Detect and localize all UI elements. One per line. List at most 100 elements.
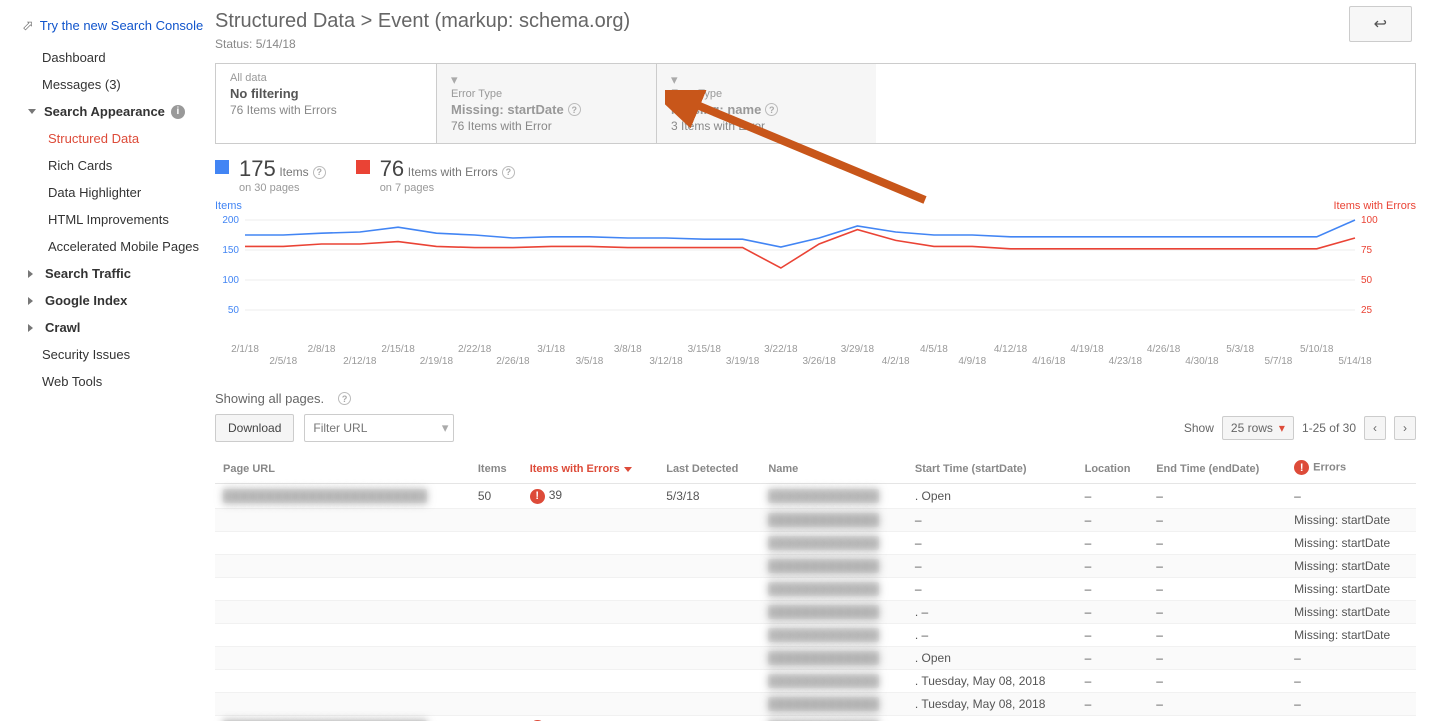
back-button[interactable]: ↩ (1349, 6, 1412, 42)
table-row[interactable]: ████████████████████████50!395/3/18█████… (215, 484, 1416, 509)
svg-text:50: 50 (228, 305, 240, 316)
caret-icon (28, 297, 37, 305)
svg-text:3/15/18: 3/15/18 (688, 344, 722, 355)
table-header[interactable]: Items with Errors (522, 452, 659, 484)
svg-text:4/23/18: 4/23/18 (1109, 356, 1143, 367)
show-label: Show (1184, 421, 1214, 435)
sidebar-item[interactable]: Security Issues (0, 341, 205, 368)
prev-page-button[interactable]: ‹ (1364, 416, 1386, 440)
caret-icon (28, 109, 36, 114)
download-button[interactable]: Download (215, 414, 294, 442)
svg-text:3/12/18: 3/12/18 (649, 356, 683, 367)
table-row[interactable]: █████████████–––Missing: startDate (215, 577, 1416, 600)
sidebar-item[interactable]: Structured Data (0, 125, 205, 152)
chart-right-label: Items with Errors (1333, 200, 1416, 212)
sidebar-item[interactable]: Rich Cards (0, 152, 205, 179)
chart: Items Items with Errors 5010015020025507… (215, 200, 1416, 377)
sidebar-item[interactable]: Data Highlighter (0, 179, 205, 206)
metric: 175 Items ?on 30 pages (215, 156, 326, 194)
help-icon: ? (568, 103, 581, 116)
table-row[interactable]: █████████████. Tuesday, May 08, 2018––– (215, 669, 1416, 692)
table-header[interactable]: Last Detected (658, 452, 760, 484)
svg-text:150: 150 (222, 245, 239, 256)
caret-icon (28, 324, 37, 332)
table-header[interactable]: End Time (endDate) (1148, 452, 1286, 484)
svg-text:200: 200 (222, 215, 239, 226)
swatch-icon (356, 160, 370, 174)
svg-text:2/26/18: 2/26/18 (496, 356, 530, 367)
sidebar-item[interactable]: Messages (3) (0, 71, 205, 98)
info-icon: i (171, 105, 185, 119)
svg-text:4/2/18: 4/2/18 (882, 356, 910, 367)
rows-select[interactable]: 25 rows▾ (1222, 416, 1294, 440)
sidebar-section[interactable]: Crawl (0, 314, 205, 341)
help-icon[interactable]: ? (338, 392, 351, 405)
error-icon: ! (530, 489, 545, 504)
svg-text:5/10/18: 5/10/18 (1300, 344, 1334, 355)
table-row[interactable]: █████████████–––Missing: startDate (215, 554, 1416, 577)
svg-text:4/12/18: 4/12/18 (994, 344, 1028, 355)
svg-text:4/5/18: 4/5/18 (920, 344, 948, 355)
table-header[interactable]: Name (760, 452, 907, 484)
table-row[interactable]: █████████████. Open––– (215, 646, 1416, 669)
svg-text:2/5/18: 2/5/18 (269, 356, 297, 367)
error-icon: ! (1294, 460, 1309, 475)
toolbar: Download ▾ Show 25 rows▾ 1-25 of 30 ‹ › (215, 414, 1416, 442)
pager: Show 25 rows▾ 1-25 of 30 ‹ › (1184, 416, 1416, 440)
table-row[interactable]: █████████████. –––Missing: startDate (215, 623, 1416, 646)
chart-left-label: Items (215, 200, 242, 212)
next-page-button[interactable]: › (1394, 416, 1416, 440)
svg-text:2/15/18: 2/15/18 (381, 344, 415, 355)
svg-text:2/19/18: 2/19/18 (420, 356, 454, 367)
sidebar-section[interactable]: Search Appearancei (0, 98, 205, 125)
svg-text:100: 100 (1361, 215, 1378, 226)
sidebar-section[interactable]: Search Traffic (0, 260, 205, 287)
filter-url-input[interactable] (304, 414, 454, 442)
svg-text:5/7/18: 5/7/18 (1265, 356, 1293, 367)
status-line: Status: 5/14/18 (215, 37, 1416, 51)
table-row[interactable]: █████████████–––Missing: startDate (215, 508, 1416, 531)
svg-text:3/19/18: 3/19/18 (726, 356, 760, 367)
table-header[interactable]: Start Time (startDate) (907, 452, 1077, 484)
chart-svg: 501001502002550751002/1/182/5/182/8/182/… (215, 214, 1385, 374)
svg-text:3/5/18: 3/5/18 (576, 356, 604, 367)
sidebar-item[interactable]: HTML Improvements (0, 206, 205, 233)
svg-text:4/16/18: 4/16/18 (1032, 356, 1066, 367)
table-row[interactable]: █████████████–––Missing: startDate (215, 531, 1416, 554)
caret-icon (28, 270, 37, 278)
help-icon: ? (502, 166, 515, 179)
svg-text:3/22/18: 3/22/18 (764, 344, 798, 355)
help-icon: ? (765, 103, 778, 116)
external-link-icon: ⬀ (22, 17, 34, 34)
tab[interactable]: ▾Error TypeMissing: name ?3 Items with E… (656, 64, 876, 143)
filter-url-wrapper: ▾ (304, 414, 454, 442)
page-title: Structured Data > Event (markup: schema.… (215, 10, 1416, 33)
sidebar-item[interactable]: Web Tools (0, 368, 205, 395)
table-row[interactable]: █████████████. Tuesday, May 08, 2018––– (215, 692, 1416, 715)
svg-text:5/3/18: 5/3/18 (1226, 344, 1254, 355)
svg-text:2/8/18: 2/8/18 (308, 344, 336, 355)
range-label: 1-25 of 30 (1302, 421, 1356, 435)
table-row[interactable]: █████████████. –––Missing: startDate (215, 600, 1416, 623)
table-header[interactable]: Location (1077, 452, 1149, 484)
table-header[interactable]: Items (470, 452, 522, 484)
data-table: Page URLItemsItems with ErrorsLast Detec… (215, 452, 1416, 721)
main-content: ↩ Structured Data > Event (markup: schem… (205, 0, 1440, 721)
sort-caret-icon (624, 467, 632, 472)
svg-text:2/22/18: 2/22/18 (458, 344, 492, 355)
svg-text:50: 50 (1361, 275, 1373, 286)
svg-text:2/1/18: 2/1/18 (231, 344, 259, 355)
sidebar-section[interactable]: Google Index (0, 287, 205, 314)
svg-text:5/14/18: 5/14/18 (1338, 356, 1372, 367)
table-header[interactable]: !Errors (1286, 452, 1416, 484)
sidebar-item[interactable]: Accelerated Mobile Pages (0, 233, 205, 260)
help-icon: ? (313, 166, 326, 179)
table-header[interactable]: Page URL (215, 452, 470, 484)
tab[interactable]: All dataNo filtering76 Items with Errors (216, 64, 436, 143)
sidebar-item[interactable]: Dashboard (0, 44, 205, 71)
try-new-console-link[interactable]: ⬀ Try the new Search Console (0, 15, 205, 44)
svg-text:3/29/18: 3/29/18 (841, 344, 875, 355)
table-row[interactable]: ████████████████████████20!124/30/18████… (215, 715, 1416, 721)
svg-text:100: 100 (222, 275, 239, 286)
tab[interactable]: ▾Error TypeMissing: startDate ?76 Items … (436, 64, 656, 143)
